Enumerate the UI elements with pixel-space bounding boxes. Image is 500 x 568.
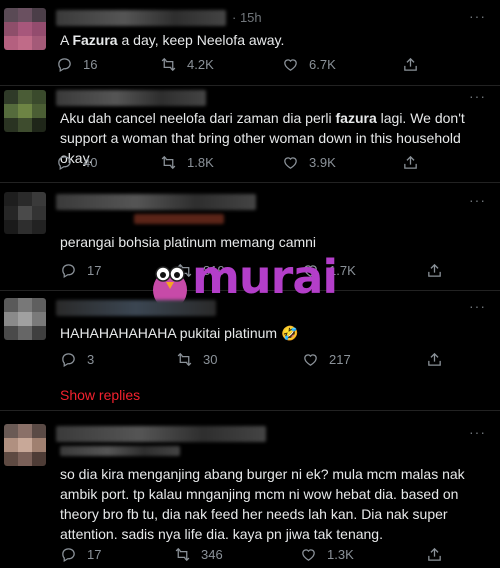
like-button[interactable]: 217 — [302, 351, 351, 368]
author-name-blurred[interactable] — [56, 194, 256, 210]
tweet-text: HAHAHAHAHAHA pukitai platinum 🤣 — [60, 325, 299, 341]
author-name-blurred[interactable] — [56, 90, 206, 106]
tweet-5[interactable]: ··· so dia kira menganjing abang burger … — [0, 412, 500, 568]
share-icon — [404, 57, 417, 71]
more-icon[interactable]: ··· — [469, 88, 486, 104]
tweet-text: so dia kira menganjing abang burger ni e… — [60, 466, 465, 542]
reply-button[interactable]: 40 — [56, 154, 97, 171]
retweet-icon — [161, 155, 176, 170]
retweet-count: 30 — [203, 352, 218, 367]
avatar[interactable] — [4, 90, 46, 132]
share-icon — [404, 155, 417, 169]
divider — [0, 410, 500, 411]
reply-count: 17 — [87, 547, 102, 562]
reply-count: 16 — [83, 57, 98, 72]
reply-button[interactable]: 17 — [60, 262, 101, 279]
more-icon[interactable]: ··· — [469, 424, 486, 440]
like-icon — [302, 549, 315, 561]
share-icon — [428, 263, 441, 277]
share-button[interactable] — [402, 154, 419, 171]
share-button[interactable] — [426, 351, 443, 368]
avatar[interactable] — [4, 424, 46, 466]
like-count: 1.3K — [327, 547, 354, 562]
share-button[interactable] — [402, 56, 419, 73]
retweet-icon — [161, 57, 176, 72]
reply-icon — [62, 264, 75, 279]
tweet-actions: 17 346 1.3K — [56, 546, 441, 566]
like-count: 6.7K — [309, 57, 336, 72]
reply-button[interactable]: 17 — [60, 546, 101, 563]
reply-icon — [58, 58, 71, 73]
tweet-actions: 3 30 217 — [56, 351, 441, 371]
author-name-blurred[interactable] — [56, 426, 266, 442]
tweet-4[interactable]: ··· HAHAHAHAHAHA pukitai platinum 🤣 3 30… — [0, 292, 500, 404]
more-icon[interactable]: ··· — [469, 8, 486, 24]
like-icon — [284, 59, 297, 71]
handle-blurred — [60, 446, 180, 456]
retweet-count: 4.2K — [187, 57, 214, 72]
retweet-count: 1.8K — [187, 155, 214, 170]
retweet-button[interactable]: 4.2K — [160, 56, 214, 73]
tweet-text: A Fazura a day, keep Neelofa away. — [60, 32, 285, 48]
reply-icon — [62, 353, 75, 368]
share-button[interactable] — [426, 546, 443, 563]
share-button[interactable] — [426, 262, 443, 279]
retweet-button[interactable]: 1.8K — [160, 154, 214, 171]
like-button[interactable]: 6.7K — [282, 56, 336, 73]
like-icon — [304, 354, 317, 366]
like-count: 217 — [329, 352, 351, 367]
reply-count: 40 — [83, 155, 98, 170]
retweet-button[interactable]: 30 — [176, 351, 217, 368]
retweet-icon — [177, 352, 192, 367]
tweet-text: perangai bohsia platinum memang camni — [60, 234, 317, 250]
reply-button[interactable]: 16 — [56, 56, 97, 73]
divider — [0, 182, 500, 183]
retweet-count: 346 — [201, 547, 223, 562]
more-icon[interactable]: ··· — [469, 192, 486, 208]
tweet-time[interactable]: · 15h — [232, 10, 262, 25]
more-icon[interactable]: ··· — [469, 298, 486, 314]
reply-count: 3 — [87, 352, 95, 367]
tweet-2[interactable]: ··· Aku dah cancel neelofa dari zaman di… — [0, 86, 500, 180]
tweet-actions: 40 1.8K 3.9K — [56, 154, 436, 174]
retweet-icon — [175, 547, 190, 562]
retweet-button[interactable]: 346 — [174, 546, 223, 563]
avatar[interactable] — [4, 8, 46, 50]
author-name-blurred[interactable] — [56, 10, 226, 26]
like-icon — [284, 157, 297, 169]
like-button[interactable]: 1.3K — [300, 546, 354, 563]
handle-blurred — [134, 214, 224, 224]
reply-icon — [62, 548, 75, 563]
avatar[interactable] — [4, 298, 46, 340]
reply-button[interactable]: 3 — [60, 351, 94, 368]
show-replies-link[interactable]: Show replies — [60, 387, 140, 403]
like-button[interactable]: 3.9K — [282, 154, 336, 171]
like-count: 3.9K — [309, 155, 336, 170]
share-icon — [428, 352, 441, 366]
author-name-blurred[interactable] — [56, 300, 216, 316]
reply-count: 17 — [87, 263, 102, 278]
avatar[interactable] — [4, 192, 46, 234]
tweet-actions: 16 4.2K 6.7K — [56, 56, 436, 76]
tweet-1[interactable]: · 15h ··· A Fazura a day, keep Neelofa a… — [0, 0, 500, 84]
reply-icon — [58, 156, 71, 171]
share-icon — [428, 547, 441, 561]
